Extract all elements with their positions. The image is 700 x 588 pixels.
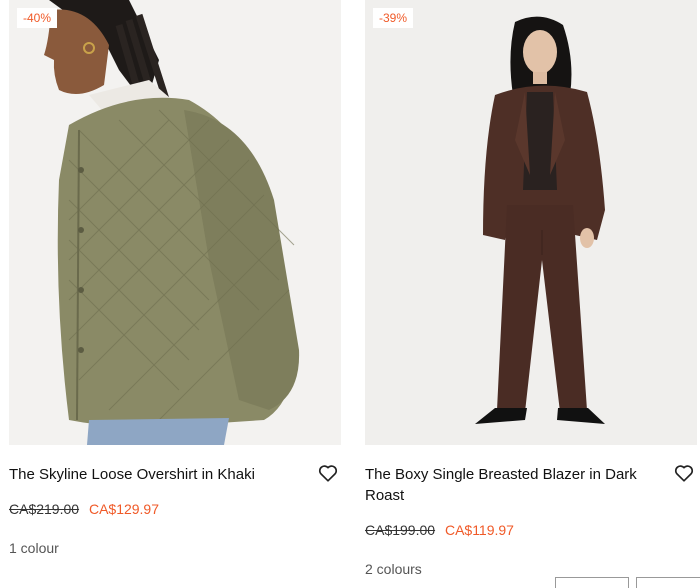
original-price: CA$199.00 — [365, 522, 436, 538]
size-option-stub[interactable] — [555, 577, 629, 588]
product-photo-khaki-overshirt — [9, 0, 341, 445]
size-option-stub[interactable] — [636, 577, 700, 588]
price-row: CA$219.00 CA$129.97 — [9, 500, 159, 518]
product-title[interactable]: The Skyline Loose Overshirt in Khaki — [9, 464, 309, 485]
sale-price: CA$129.97 — [88, 501, 160, 517]
discount-badge: -40% — [17, 8, 58, 28]
heart-outline-icon[interactable] — [317, 462, 339, 484]
price-row: CA$199.00 CA$119.97 — [365, 521, 514, 539]
product-photo-brown-suit — [365, 0, 697, 445]
original-price: CA$219.00 — [9, 501, 80, 517]
product-image[interactable]: -39% — [365, 0, 697, 445]
heart-outline-icon[interactable] — [673, 462, 695, 484]
product-card-boxy-blazer[interactable]: -39% The Boxy Single Breasted Blazer in … — [365, 0, 697, 582]
product-card-skyline-overshirt[interactable]: -40% The Skyline Loose Overshirt in Khak… — [9, 0, 341, 582]
colour-count[interactable]: 2 colours — [365, 560, 422, 578]
sale-price: CA$119.97 — [444, 522, 514, 538]
discount-badge: -39% — [373, 8, 414, 28]
colour-count[interactable]: 1 colour — [9, 539, 59, 557]
product-image[interactable]: -40% — [9, 0, 341, 445]
product-title[interactable]: The Boxy Single Breasted Blazer in Dark … — [365, 464, 665, 506]
